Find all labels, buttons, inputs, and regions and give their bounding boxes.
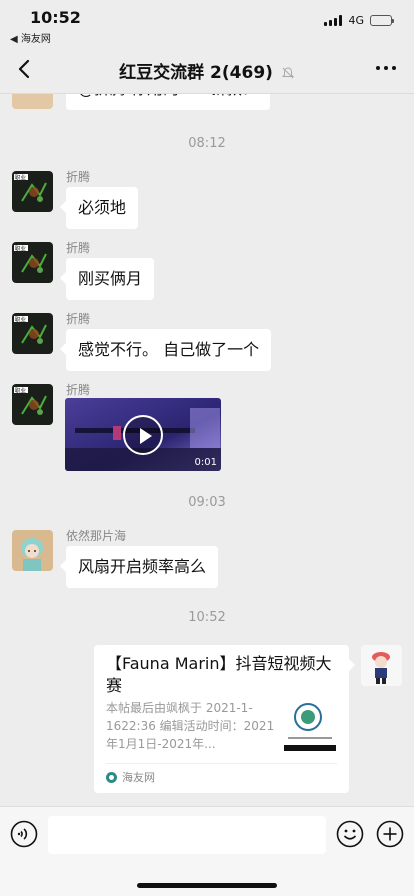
nav-bar: 红豆交流群 2(469)	[0, 44, 414, 94]
voice-icon[interactable]	[10, 820, 38, 848]
message-bubble[interactable]: 风扇开启频率高么	[59, 546, 219, 588]
mute-icon	[281, 67, 295, 79]
sender-name: 折腾	[66, 241, 91, 255]
message-bubble[interactable]: 刚买俩月	[59, 258, 155, 300]
video-message[interactable]: 0:01	[65, 398, 221, 471]
card-title: 【Fauna Marin】抖音短视频大赛	[106, 654, 332, 695]
message-bubble[interactable]: 感觉不行。 自己做了一个	[59, 329, 272, 371]
sender-name: 折腾	[66, 312, 91, 326]
card-source-name: 海友网	[122, 771, 155, 784]
input-bar	[0, 806, 414, 896]
chat-title-text: 红豆交流群 2(469)	[119, 63, 273, 83]
avatar-label: 职业	[15, 387, 27, 395]
avatar-label: 职业	[15, 174, 27, 182]
play-icon[interactable]	[123, 415, 163, 455]
avatar-image: 职业	[12, 384, 53, 425]
avatar-self[interactable]	[361, 645, 402, 686]
card-source: 海友网	[106, 769, 155, 785]
card-divider	[106, 763, 337, 764]
signal-icon	[324, 15, 343, 26]
network-type: 4G	[348, 14, 364, 27]
link-card[interactable]: 【Fauna Marin】抖音短视频大赛 本帖最后由飒枫于 2021-1-162…	[94, 645, 355, 793]
avatar[interactable]	[12, 94, 53, 109]
emoji-icon[interactable]	[336, 820, 364, 848]
avatar-image	[12, 530, 53, 571]
avatar[interactable]	[12, 530, 53, 571]
battery-icon	[370, 15, 394, 26]
status-time: 10:52	[30, 8, 81, 27]
timestamp: 09:03	[188, 495, 226, 510]
timestamp: 10:52	[188, 610, 226, 625]
avatar[interactable]: 职业	[12, 242, 53, 283]
avatar-image: 职业	[12, 171, 53, 212]
message-bubble[interactable]: 必须地	[59, 187, 139, 229]
back-to-app-link[interactable]: ◀ 海友网	[10, 30, 51, 45]
avatar[interactable]: 职业	[12, 313, 53, 354]
avatar-label: 职业	[15, 245, 27, 253]
message-input[interactable]	[48, 816, 326, 854]
avatar-image	[361, 645, 402, 686]
card-description: 本帖最后由飒枫于 2021-1-1622:36 编辑活动时间：2021年1月1日…	[106, 701, 275, 751]
avatar-image: 职业	[12, 313, 53, 354]
message-bubble[interactable]: @折腾 你用的 K7 新款？	[66, 94, 270, 110]
message-partial: @折腾 你用的 K7 新款？	[12, 94, 402, 118]
sender-name: 折腾	[66, 170, 91, 184]
sender-name: 依然那片海	[66, 529, 127, 543]
avatar[interactable]: 职业	[12, 171, 53, 212]
home-indicator[interactable]	[137, 883, 277, 888]
status-bar: 10:52 ◀ 海友网 4G	[0, 0, 414, 45]
avatar-label: 职业	[15, 316, 27, 324]
source-logo-icon	[106, 771, 117, 783]
more-icon[interactable]	[376, 66, 396, 70]
avatar-image: 职业	[12, 242, 53, 283]
sender-name: 折腾	[66, 383, 91, 397]
timestamp: 08:12	[188, 136, 226, 151]
plus-icon[interactable]	[376, 820, 404, 848]
chat-area[interactable]: @折腾 你用的 K7 新款？ 08:12 职业 折腾 必须地 职业	[0, 94, 414, 806]
status-indicators: 4G	[324, 14, 394, 27]
avatar[interactable]: 职业	[12, 384, 53, 425]
card-thumbnail	[284, 699, 336, 751]
video-duration: 0:01	[194, 457, 217, 468]
chat-title: 红豆交流群 2(469)	[0, 58, 414, 83]
